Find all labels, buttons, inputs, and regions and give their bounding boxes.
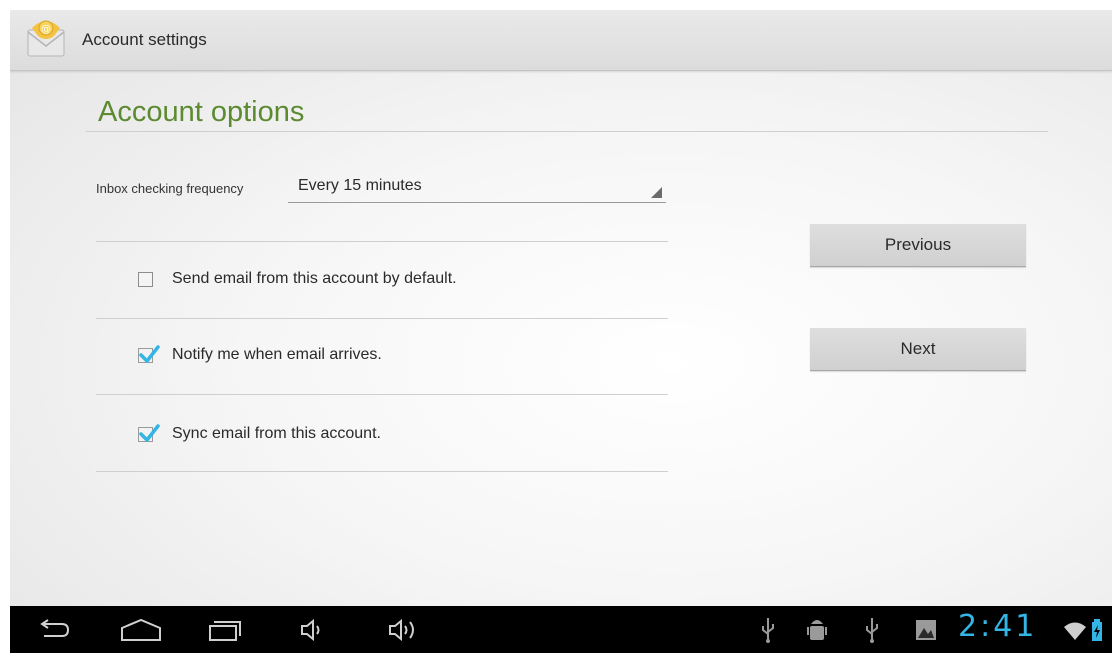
notify-checkbox-row[interactable]: Notify me when email arrives.: [138, 342, 658, 372]
home-icon[interactable]: [118, 614, 164, 646]
checkmark-icon: [139, 424, 160, 442]
volume-up-icon[interactable]: [386, 614, 424, 646]
row-divider: [96, 241, 668, 242]
notify-checkbox[interactable]: [138, 345, 160, 363]
send-default-label: Send email from this account by default.: [172, 270, 457, 287]
back-icon[interactable]: [36, 614, 72, 646]
inbox-frequency-value: Every 15 minutes: [298, 177, 422, 194]
row-divider: [96, 318, 668, 319]
sync-label: Sync email from this account.: [172, 425, 381, 442]
battery-charging-icon: [1092, 619, 1102, 641]
recent-apps-icon[interactable]: [206, 614, 242, 646]
svg-text:@: @: [41, 24, 51, 35]
row-divider: [96, 471, 668, 472]
checkmark-icon: [139, 345, 160, 363]
sync-checkbox-row[interactable]: Sync email from this account.: [138, 421, 658, 451]
system-navigation-bar: 2:41: [10, 606, 1112, 653]
notify-label: Notify me when email arrives.: [172, 346, 382, 363]
inbox-frequency-spinner[interactable]: Every 15 minutes: [288, 170, 666, 203]
previous-button[interactable]: Previous: [810, 224, 1026, 267]
screen: @ Account settings Account options Inbox…: [10, 10, 1112, 653]
page-title: Account options: [98, 96, 305, 128]
usb-icon: [866, 618, 878, 643]
next-button[interactable]: Next: [810, 328, 1026, 371]
section-divider: [86, 131, 1048, 132]
android-debug-icon: [807, 620, 827, 640]
send-default-checkbox-row[interactable]: Send email from this account by default.: [138, 266, 658, 296]
status-clock: 2:41: [958, 609, 1038, 644]
gallery-notification-icon: [916, 620, 936, 640]
spinner-arrow-icon: [651, 187, 662, 198]
row-divider: [96, 394, 668, 395]
usb-icon: [762, 618, 774, 643]
actionbar-title: Account settings: [82, 30, 207, 49]
send-default-checkbox[interactable]: [138, 272, 153, 287]
volume-down-icon[interactable]: [298, 614, 328, 646]
email-app-icon[interactable]: @: [24, 18, 68, 62]
wifi-icon: [1064, 622, 1086, 640]
sync-checkbox[interactable]: [138, 424, 160, 442]
action-bar: @ Account settings: [10, 10, 1112, 71]
inbox-frequency-label: Inbox checking frequency: [96, 181, 244, 196]
